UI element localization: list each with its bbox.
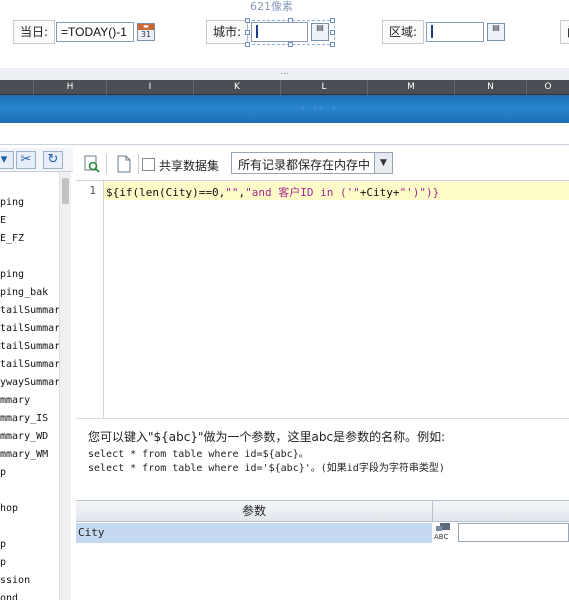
parameter-value-input[interactable] bbox=[458, 523, 569, 542]
sql-editor[interactable]: 1 ${if(len(City)==0,"","and 客户ID in ('"+… bbox=[76, 180, 569, 419]
city-input[interactable] bbox=[251, 22, 308, 42]
text-caret bbox=[431, 25, 433, 38]
column-cell[interactable]: O bbox=[527, 80, 569, 95]
column-cell[interactable]: M bbox=[368, 80, 455, 95]
resize-handle[interactable] bbox=[330, 18, 335, 23]
table-row[interactable]: City bbox=[76, 523, 432, 543]
cut-label: 门 bbox=[560, 20, 569, 44]
type-label: ABC bbox=[434, 533, 449, 541]
parameter-table: 参数 City ABC bbox=[76, 500, 569, 600]
date-label: 当日: bbox=[13, 20, 56, 44]
parameter-column-header: 参数 bbox=[76, 501, 432, 522]
banner-text: · ·· · bbox=[300, 101, 338, 117]
dataset-item[interactable]: ywaySummar: bbox=[0, 375, 59, 391]
parameter-name: City bbox=[78, 526, 105, 539]
dataset-list: ping E E_FZ ping ping_bak tailSummar: ta… bbox=[0, 172, 59, 600]
dataset-item[interactable]: ssion bbox=[0, 573, 30, 589]
dataset-item[interactable]: tailSummar: bbox=[0, 303, 59, 319]
calendar-icon[interactable]: ▬ 31 bbox=[137, 23, 155, 41]
chevron-down-icon[interactable]: ▼ bbox=[374, 153, 392, 173]
editor-toolbar: 共享数据集 所有记录都保存在内存中 ▼ bbox=[76, 148, 569, 178]
hint-text: 您可以键入"${abc}"做为一个参数，这里abc是参数的名称。例如: bbox=[88, 430, 446, 444]
dataset-item[interactable]: ping bbox=[0, 267, 24, 283]
toolbar-divider bbox=[138, 154, 139, 174]
parameter-form: 621像素 当日: =TODAY()-1 ▬ 31 城市: ▤ 区域: ▤ 门 bbox=[0, 0, 569, 70]
resize-handle[interactable] bbox=[245, 42, 250, 47]
dataset-item[interactable]: p bbox=[0, 465, 6, 481]
dataset-toolbar: ▾ ✂ ↻ bbox=[0, 148, 73, 172]
dataset-item[interactable]: mmary bbox=[0, 393, 30, 409]
share-dataset-label: 共享数据集 bbox=[159, 159, 220, 173]
toolbar-divider bbox=[106, 154, 107, 174]
new-document-icon[interactable] bbox=[116, 155, 132, 173]
dataset-item[interactable]: p bbox=[0, 537, 6, 553]
string-type-icon[interactable]: ABC bbox=[434, 522, 456, 542]
dataset-item[interactable]: ping_bak bbox=[0, 285, 48, 301]
dataset-scrollbar[interactable] bbox=[59, 172, 71, 600]
resize-handle[interactable] bbox=[245, 18, 250, 23]
dataset-item[interactable]: tailSummar: bbox=[0, 357, 59, 373]
line-gutter: 1 bbox=[76, 181, 104, 419]
report-designer-window: 621像素 当日: =TODAY()-1 ▬ 31 城市: ▤ 区域: ▤ 门 … bbox=[0, 0, 569, 600]
resize-handle[interactable] bbox=[245, 30, 250, 35]
column-cell[interactable]: N bbox=[455, 80, 527, 95]
list-picker-icon[interactable]: ▤ bbox=[311, 23, 329, 41]
dropdown-icon[interactable]: ▾ bbox=[0, 151, 14, 169]
report-banner: · ·· · bbox=[0, 95, 569, 123]
hint-example: select * from table where id=${abc}。 bbox=[88, 449, 309, 460]
column-cell[interactable]: H bbox=[34, 80, 107, 95]
sql-code: ${if(len(City)==0,"","and 客户ID in ('"+Ci… bbox=[106, 186, 440, 199]
value-column-header bbox=[432, 501, 569, 522]
refresh-icon[interactable]: ↻ bbox=[43, 151, 63, 169]
column-header: H I K L M N O bbox=[0, 80, 569, 95]
sheet-row bbox=[0, 123, 569, 145]
list-picker-icon[interactable]: ▤ bbox=[487, 23, 505, 41]
share-dataset-checkbox[interactable] bbox=[142, 158, 155, 171]
column-cell[interactable]: L bbox=[281, 80, 368, 95]
dataset-item[interactable]: E bbox=[0, 213, 6, 229]
dataset-item[interactable]: mmary_WD bbox=[0, 429, 48, 445]
dataset-item[interactable]: tailSummar: bbox=[0, 321, 59, 337]
preview-icon[interactable] bbox=[84, 155, 100, 173]
dataset-item[interactable]: ping bbox=[0, 195, 24, 211]
city-label: 城市: bbox=[206, 20, 249, 44]
storage-mode-select[interactable]: 所有记录都保存在内存中 ▼ bbox=[231, 152, 393, 174]
date-input[interactable]: =TODAY()-1 bbox=[56, 22, 134, 42]
dataset-item[interactable]: hop bbox=[0, 501, 18, 517]
parameter-hint: 您可以键入"${abc}"做为一个参数，这里abc是参数的名称。例如: sele… bbox=[76, 418, 569, 498]
column-cell[interactable]: K bbox=[194, 80, 281, 95]
resize-handle[interactable] bbox=[288, 42, 293, 47]
tools-icon[interactable]: ✂ bbox=[16, 151, 36, 169]
region-input[interactable] bbox=[426, 22, 484, 42]
region-label: 区域: bbox=[382, 20, 425, 44]
dataset-item[interactable]: mmary_IS bbox=[0, 411, 48, 427]
size-note: 621像素 bbox=[250, 0, 293, 13]
column-cell[interactable] bbox=[0, 80, 34, 95]
resize-handle[interactable] bbox=[330, 30, 335, 35]
resize-handle[interactable] bbox=[330, 42, 335, 47]
code-line[interactable]: ${if(len(City)==0,"","and 客户ID in ('"+Ci… bbox=[104, 182, 569, 200]
dataset-item[interactable]: mmary_WM bbox=[0, 447, 48, 463]
pane-splitter[interactable]: ... bbox=[0, 68, 569, 80]
dataset-item[interactable]: E_FZ bbox=[0, 231, 24, 247]
column-cell[interactable]: I bbox=[107, 80, 194, 95]
scrollbar-thumb[interactable] bbox=[62, 178, 69, 204]
storage-mode-value: 所有记录都保存在内存中 bbox=[238, 158, 371, 172]
dataset-item[interactable]: tailSummar: bbox=[0, 339, 59, 355]
line-number: 1 bbox=[89, 184, 96, 197]
dataset-item[interactable]: p bbox=[0, 555, 6, 571]
dataset-item[interactable]: ond bbox=[0, 591, 18, 600]
hint-example: select * from table where id='${abc}'。(如… bbox=[88, 463, 445, 474]
text-caret bbox=[256, 25, 258, 38]
